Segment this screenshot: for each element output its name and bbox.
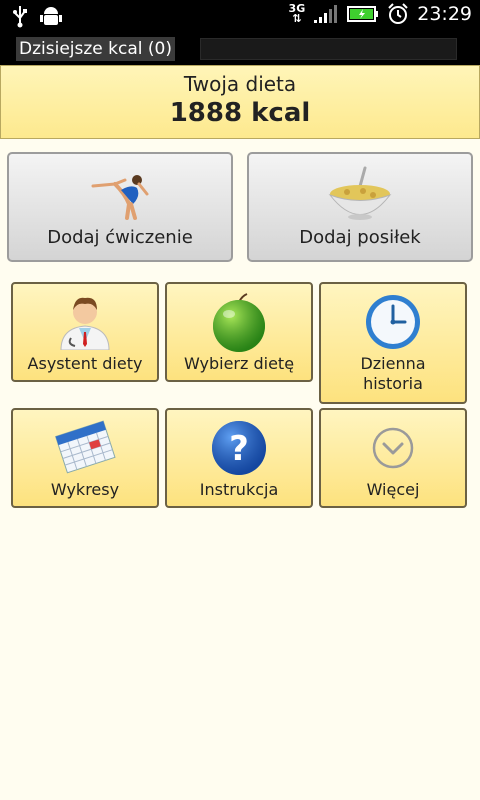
alarm-icon	[388, 3, 408, 24]
diet-label: Twoja dieta	[183, 72, 297, 96]
doctor-icon	[60, 297, 110, 350]
daily-history-tile[interactable]: Dzienna historia	[319, 282, 467, 404]
status-bar: 3G ⇅ 23:29	[0, 0, 480, 33]
charts-tile[interactable]: Wykresy	[11, 408, 159, 508]
network-type: 3G ⇅	[288, 2, 306, 25]
status-time: 23:29	[417, 3, 472, 25]
svg-text:?: ?	[229, 429, 249, 469]
instructions-label: Instrukcja	[199, 480, 279, 499]
apple-icon	[213, 293, 265, 352]
calendar-icon	[55, 420, 116, 474]
title-bar: Dzisiejsze kcal (0)	[0, 33, 480, 65]
diet-summary: Twoja dieta 1888 kcal	[0, 65, 480, 139]
help-icon: ?	[212, 421, 266, 475]
add-exercise-button[interactable]: Dodaj ćwiczenie	[7, 152, 233, 262]
clock-icon	[366, 295, 420, 349]
daily-history-label-line2: historia	[363, 374, 423, 393]
diet-kcal-value: 1888 kcal	[169, 98, 311, 128]
signal-icon	[314, 5, 338, 23]
choose-diet-tile[interactable]: Wybierz dietę	[165, 282, 313, 382]
gymnast-icon	[91, 175, 149, 220]
add-meal-button[interactable]: Dodaj posiłek	[247, 152, 473, 262]
charts-label: Wykresy	[50, 480, 120, 499]
add-meal-label: Dodaj posiłek	[299, 227, 421, 248]
more-label: Więcej	[366, 480, 420, 499]
more-tile[interactable]: Więcej	[319, 408, 467, 508]
android-debug-icon	[40, 7, 62, 25]
app-title: Dzisiejsze kcal (0)	[16, 37, 175, 61]
title-progress-bar	[200, 38, 457, 60]
chevron-down-icon	[372, 427, 414, 469]
diet-assistant-label: Asystent diety	[27, 354, 143, 373]
usb-icon	[13, 6, 27, 28]
cereal-bowl-icon	[328, 166, 392, 220]
diet-assistant-tile[interactable]: Asystent diety	[11, 282, 159, 382]
daily-history-label-line1: Dzienna	[360, 354, 426, 373]
add-exercise-label: Dodaj ćwiczenie	[47, 227, 193, 248]
choose-diet-label: Wybierz dietę	[183, 354, 295, 373]
battery-icon	[347, 6, 379, 22]
instructions-tile[interactable]: ? Instrukcja	[165, 408, 313, 508]
